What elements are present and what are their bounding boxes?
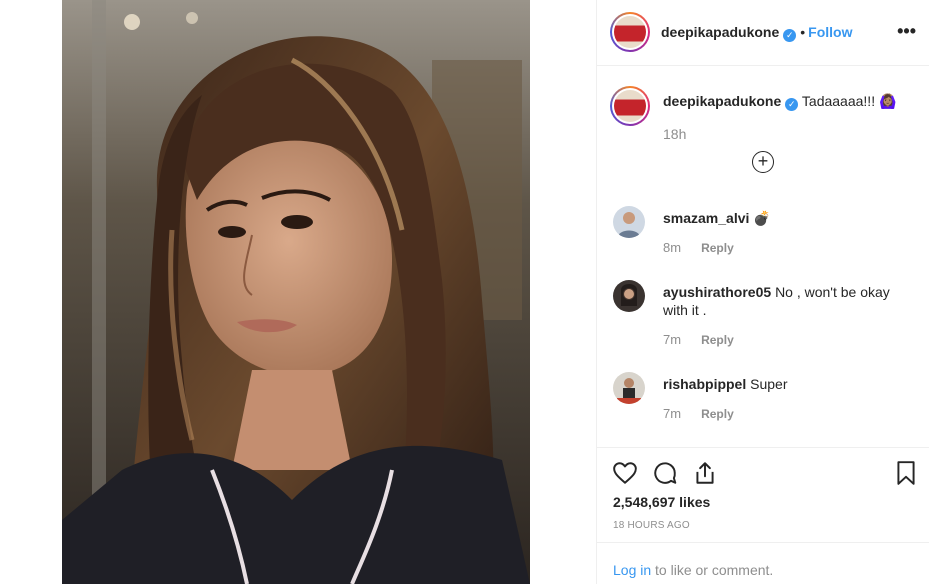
post-header: deepikapadukone ✓ • Follow ••• — [597, 0, 929, 66]
login-prompt: Log in to like or comment. — [597, 542, 929, 584]
load-more-comments-icon[interactable]: + — [752, 151, 774, 173]
author-username[interactable]: deepikapadukone — [661, 24, 779, 40]
caption-time[interactable]: 18h — [663, 126, 686, 142]
comment-icon[interactable] — [652, 460, 678, 486]
comment-body: ayushirathore05 No , won't be okay with … — [663, 283, 903, 319]
reply-button[interactable]: Reply — [701, 407, 734, 421]
caption-username[interactable]: deepikapadukone — [663, 93, 781, 109]
commenter-avatar[interactable] — [613, 206, 645, 238]
comment-time[interactable]: 8m — [663, 240, 681, 255]
verified-badge-icon: ✓ — [783, 29, 797, 42]
page-margin-left — [0, 0, 62, 584]
post-side-panel: deepikapadukone ✓ • Follow ••• deepikapaduk… — [596, 0, 929, 584]
caption-body: Tadaaaaa!!! 🙆🏽‍♀️ — [801, 93, 897, 109]
comment-time[interactable]: 7m — [663, 332, 681, 347]
likes-count[interactable]: 2,548,697 likes — [613, 494, 710, 510]
more-options-icon[interactable]: ••• — [897, 22, 916, 40]
author-info: deepikapadukone ✓ • Follow — [661, 24, 853, 42]
separator-dot: • — [800, 24, 806, 40]
posted-time[interactable]: 18 HOURS AGO — [613, 520, 690, 531]
caption-text: deepikapadukone ✓ Tadaaaaa!!! 🙆🏽‍♀️ — [663, 93, 896, 111]
login-prompt-text: Log in to like or comment. — [613, 562, 773, 578]
heart-icon[interactable] — [612, 460, 638, 486]
comment-username[interactable]: smazam_alvi — [663, 210, 749, 226]
page-margin-right — [530, 0, 597, 584]
bookmark-icon[interactable] — [893, 460, 919, 486]
verified-badge-icon: ✓ — [785, 98, 799, 111]
comments-section[interactable]: deepikapadukone ✓ Tadaaaaa!!! 🙆🏽‍♀️ 18h +… — [597, 67, 929, 447]
comment-meta: 8m Reply — [663, 240, 734, 255]
commenter-avatar[interactable] — [613, 372, 645, 404]
comment-time[interactable]: 7m — [663, 406, 681, 421]
follow-button[interactable]: Follow — [808, 24, 852, 40]
comment-body: smazam_alvi 💣 — [663, 209, 903, 227]
comment-meta: 7m Reply — [663, 406, 734, 421]
reply-button[interactable]: Reply — [701, 333, 734, 347]
post-actions: 2,548,697 likes 18 HOURS AGO — [597, 447, 929, 542]
commenter-avatar[interactable] — [613, 280, 645, 312]
caption-avatar[interactable] — [610, 86, 650, 126]
comment-username[interactable]: ayushirathore05 — [663, 284, 771, 300]
post-photo[interactable] — [62, 0, 530, 584]
login-link[interactable]: Log in — [613, 562, 651, 578]
comment-meta: 7m Reply — [663, 332, 734, 347]
login-prompt-rest: to like or comment. — [655, 562, 774, 578]
author-avatar[interactable] — [610, 12, 650, 52]
share-icon[interactable] — [692, 460, 718, 486]
comment-body: rishabpippel Super — [663, 375, 903, 393]
comment-username[interactable]: rishabpippel — [663, 376, 746, 392]
portrait-photo — [62, 0, 530, 584]
reply-button[interactable]: Reply — [701, 241, 734, 255]
comment-text: 💣 — [753, 210, 771, 226]
comment-text: Super — [750, 376, 788, 392]
